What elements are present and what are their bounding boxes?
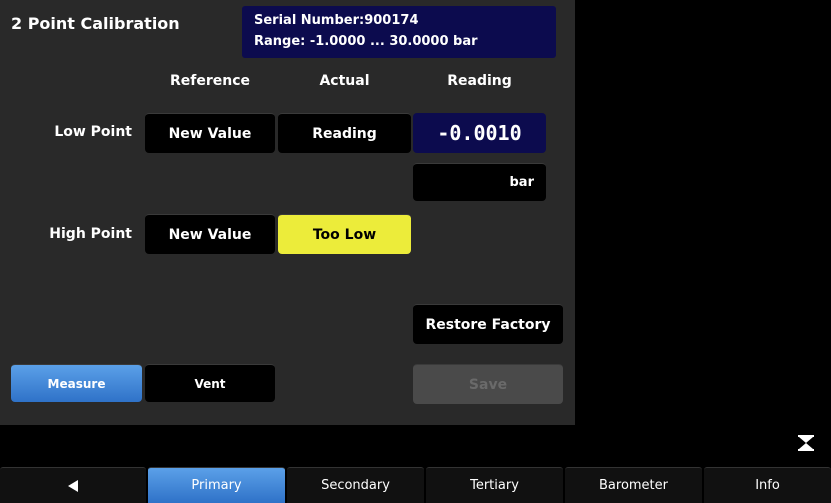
sensor-info-box: Serial Number:900174 Range: -1.0000 ... … (242, 6, 556, 58)
calibration-panel (0, 0, 575, 425)
status-strip (0, 425, 831, 467)
high-point-too-low-button[interactable]: Too Low (278, 214, 411, 254)
tab-barometer[interactable]: Barometer (565, 467, 702, 503)
tab-info[interactable]: Info (704, 467, 831, 503)
column-reference: Reference (169, 73, 251, 89)
right-blank-area (575, 0, 831, 425)
range-text: Range: -1.0000 ... 30.0000 bar (254, 34, 478, 49)
column-actual: Actual (319, 73, 370, 89)
current-reading-value: -0.0010 (413, 113, 546, 153)
column-reading: Reading (447, 73, 512, 89)
serial-number: Serial Number:900174 (254, 13, 419, 28)
low-point-label: Low Point (54, 124, 132, 140)
bottom-tab-bar: Primary Secondary Tertiary Barometer Inf… (0, 467, 831, 503)
high-point-new-value-button[interactable]: New Value (145, 214, 275, 254)
tab-tertiary[interactable]: Tertiary (426, 467, 563, 503)
vent-button[interactable]: Vent (145, 364, 275, 402)
low-point-reading-button[interactable]: Reading (278, 113, 411, 153)
hourglass-icon[interactable] (797, 434, 815, 452)
low-point-new-value-button[interactable]: New Value (145, 113, 275, 153)
page-title: 2 Point Calibration (11, 14, 180, 33)
restore-factory-button[interactable]: Restore Factory (413, 304, 563, 344)
tab-back[interactable] (0, 467, 146, 503)
back-arrow-icon (68, 479, 78, 492)
tab-primary[interactable]: Primary (148, 467, 285, 503)
tab-secondary[interactable]: Secondary (287, 467, 424, 503)
measure-button[interactable]: Measure (11, 364, 142, 402)
save-button[interactable]: Save (413, 364, 563, 404)
unit-selector[interactable]: bar (413, 163, 546, 201)
high-point-label: High Point (49, 226, 132, 242)
